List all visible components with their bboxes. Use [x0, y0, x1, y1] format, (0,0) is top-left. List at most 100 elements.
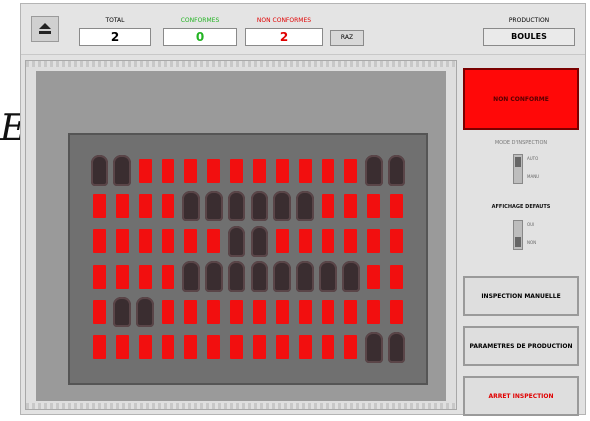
manual-inspection-button[interactable]: INSPECTION MANUELLE [463, 276, 579, 316]
mode-option-auto: AUTO [527, 156, 539, 161]
right-control-panel: NON CONFORME MODE D'INSPECTION AUTO MANU… [463, 60, 583, 416]
production-value: BOULES [483, 28, 575, 46]
bottle-slot-empty [207, 299, 221, 324]
bottle-slot-empty [321, 158, 335, 183]
bottle-slot-empty [138, 158, 152, 183]
bottle-slot-empty [161, 335, 175, 360]
mode-option-manu: MANU [527, 174, 540, 179]
bottle-slot-empty [275, 158, 289, 183]
bottle-slot-filled [273, 190, 292, 222]
camera-image-frame [25, 60, 457, 410]
bottle-slot-empty [115, 229, 129, 254]
bottle-slot-filled [296, 261, 315, 292]
display-switch-knob [515, 237, 521, 247]
conformes-label: CONFORMES [180, 17, 220, 24]
mode-switch[interactable] [513, 154, 523, 184]
eject-button[interactable] [31, 16, 59, 42]
bottle-slot-empty [344, 158, 358, 183]
bottle-slot-empty [390, 229, 403, 254]
bottle-slot-empty [390, 193, 403, 218]
bottle-slot-empty [184, 335, 198, 360]
display-option-oui: OUI [527, 222, 535, 227]
bottle-slot-filled [227, 261, 246, 292]
bottle-slot-filled [227, 190, 246, 222]
bottle-slot-empty [344, 299, 358, 324]
bottle-slot-filled [250, 261, 269, 292]
bottle-slot-empty [184, 158, 198, 183]
bottle-slot-empty [275, 229, 289, 254]
bottle-slot-empty [93, 264, 106, 289]
bottle-slot-filled [250, 190, 269, 222]
bottle-slot-filled [204, 190, 223, 222]
bottle-slot-empty [367, 299, 381, 324]
bottle-slot-empty [93, 229, 106, 254]
bottle-slot-empty [93, 335, 106, 360]
bottle-slot-empty [138, 229, 152, 254]
bottle-slot-empty [253, 335, 266, 360]
mode-label: MODE D'INSPECTION [494, 140, 548, 146]
bottle-slot-empty [367, 193, 381, 218]
bottle-slot-empty [321, 229, 335, 254]
top-bar: TOTAL 2 CONFORMES 0 NON CONFORMES 2 RAZ … [21, 4, 585, 55]
bottle-slot-empty [115, 335, 129, 360]
bottle-slot-filled [113, 155, 132, 186]
bottle-slot-empty [367, 229, 381, 254]
bottle-slot-filled [227, 226, 246, 257]
bottle-slot-empty [161, 229, 175, 254]
bottle-slot-empty [390, 299, 403, 324]
bottle-slot-empty [321, 299, 335, 324]
non-conformes-count: 2 [245, 28, 323, 46]
total-count: 2 [79, 28, 151, 46]
bottle-slot-empty [207, 229, 221, 254]
frame-top-stripe [26, 61, 456, 67]
display-switch[interactable] [513, 220, 523, 250]
camera-view [36, 71, 446, 401]
inspection-app-window: TOTAL 2 CONFORMES 0 NON CONFORMES 2 RAZ … [20, 3, 586, 416]
bottle-slot-filled [136, 296, 155, 328]
bottle-slot-empty [390, 264, 403, 289]
bottle-slot-filled [181, 261, 200, 292]
display-option-non: NON [527, 240, 537, 245]
bottle-slot-empty [207, 158, 221, 183]
bottle-slot-filled [364, 155, 383, 186]
status-indicator: NON CONFORME [463, 68, 579, 130]
bottle-slot-filled [181, 190, 200, 222]
bottle-slot-filled [387, 332, 406, 363]
bottle-slot-empty [321, 193, 335, 218]
mode-switch-knob [515, 157, 521, 167]
bottle-slot-empty [161, 299, 175, 324]
bottle-slot-empty [161, 193, 175, 218]
bottle-slot-empty [161, 264, 175, 289]
bottle-slot-filled [387, 155, 406, 186]
bottle-slot-empty [344, 193, 358, 218]
bottle-slot-filled [319, 261, 337, 292]
display-label: AFFICHAGE DEFAUTS [491, 204, 551, 210]
production-params-button[interactable]: PARAMETRES DE PRODUCTION [463, 326, 579, 366]
bottle-slot-empty [298, 335, 312, 360]
bottle-slot-empty [367, 264, 381, 289]
bottle-slot-empty [344, 335, 358, 360]
bottle-slot-empty [298, 158, 312, 183]
total-label: TOTAL [105, 17, 125, 24]
bottle-slot-filled [341, 261, 360, 292]
bottle-slot-empty [230, 158, 243, 183]
bottle-slot-empty [138, 335, 152, 360]
bottle-slot-filled [90, 155, 109, 186]
bottle-tray [68, 133, 428, 385]
bottle-slot-empty [298, 229, 312, 254]
bottle-slot-filled [113, 296, 132, 328]
stop-inspection-button[interactable]: ARRET INSPECTION [463, 376, 579, 416]
frame-bottom-stripe [26, 403, 456, 409]
bottle-slot-empty [230, 335, 243, 360]
bottle-slot-filled [273, 261, 292, 292]
production-label: PRODUCTION [508, 17, 550, 24]
reset-button[interactable]: RAZ [330, 30, 364, 46]
bottle-slot-empty [230, 299, 243, 324]
conformes-count: 0 [163, 28, 237, 46]
bottle-slot-filled [296, 190, 315, 222]
bottle-slot-empty [184, 229, 198, 254]
bottle-slot-empty [275, 299, 289, 324]
bottle-slot-empty [115, 264, 129, 289]
bottle-slot-empty [298, 299, 312, 324]
bottle-slot-empty [275, 335, 289, 360]
